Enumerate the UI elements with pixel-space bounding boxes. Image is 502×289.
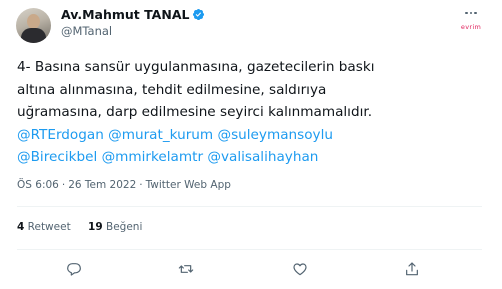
tweet-meta: ÖS 6:06 · 26 Tem 2022 · Twitter Web App [17,179,231,191]
mention-link[interactable]: @valisalihayhan [207,149,318,165]
meta-separator: · [139,179,143,191]
action-bar [0,259,502,281]
mention-link[interactable]: @RTErdogan [17,127,104,143]
retweet-icon [178,265,194,273]
tweet-source-app[interactable]: Twitter Web App [146,179,231,191]
divider [17,249,482,250]
more-options-icon[interactable] [461,6,481,20]
divider [17,206,482,207]
reply-button[interactable] [64,259,84,279]
retweets-stat[interactable]: 4 Retweet [17,221,71,233]
likes-label: Beğeni [106,221,143,233]
tweet-text-line: altına alınmasına, tehdit edilmesine, sa… [17,79,477,102]
likes-count: 19 [88,221,103,233]
retweets-label: Retweet [27,221,71,233]
like-button[interactable] [290,259,310,279]
tweet-text-line: uğramasına, darp edilmesine seyirci kalı… [17,101,477,124]
like-icon [293,263,307,276]
tweet-text-segment: 4- Basına sansür uygulanmasına, gazeteci… [17,59,375,75]
tweet-date[interactable]: 26 Tem 2022 [68,179,136,191]
author-avatar[interactable] [16,8,51,43]
tweet-time[interactable]: ÖS 6:06 [17,179,59,191]
avatar-head [27,14,40,29]
more-dot [469,11,473,15]
share-icon [406,262,418,276]
tweet-card: Av.Mahmut TANAL @MTanal evrim 4- Basına … [0,0,502,289]
verified-badge-icon [193,8,205,21]
avatar-body [21,28,46,43]
mention-link[interactable]: @suleymansoylu [217,127,333,143]
mention-link[interactable]: @murat_kurum [108,127,213,143]
more-dot [465,11,468,15]
tweet-stats: 4 Retweet 19 Beğeni [17,221,142,233]
tweet-text: 4- Basına sansür uygulanmasına, gazeteci… [17,56,477,169]
more-dot [474,11,477,15]
author-handle[interactable]: @MTanal [61,24,112,38]
author-name[interactable]: Av.Mahmut TANAL [61,7,189,22]
share-button[interactable] [402,259,422,279]
meta-separator: · [61,179,66,191]
mention-link[interactable]: @Birecikbel [17,149,97,165]
mention-link[interactable]: @mmirkelamtr [102,149,203,165]
tweet-text-segment: altına alınmasına, tehdit edilmesine, sa… [17,81,327,98]
likes-stat[interactable]: 19 Beğeni [88,221,142,233]
retweets-count: 4 [17,221,25,233]
tweet-text-line: 4- Basına sansür uygulanmasına, gazeteci… [17,56,477,79]
tweet-text-line: @RTErdogan @murat_kurum @suleymansoylu [17,124,477,147]
brand-watermark: evrim [460,23,482,31]
tweet-text-segment: uğramasına, darp edilmesine seyirci kalı… [17,104,373,120]
reply-icon [67,263,81,276]
tweet-text-line: @Birecikbel @mmirkelamtr @valisalihayhan [17,146,477,169]
retweet-button[interactable] [176,259,196,279]
author-name-row: Av.Mahmut TANAL [61,7,205,22]
